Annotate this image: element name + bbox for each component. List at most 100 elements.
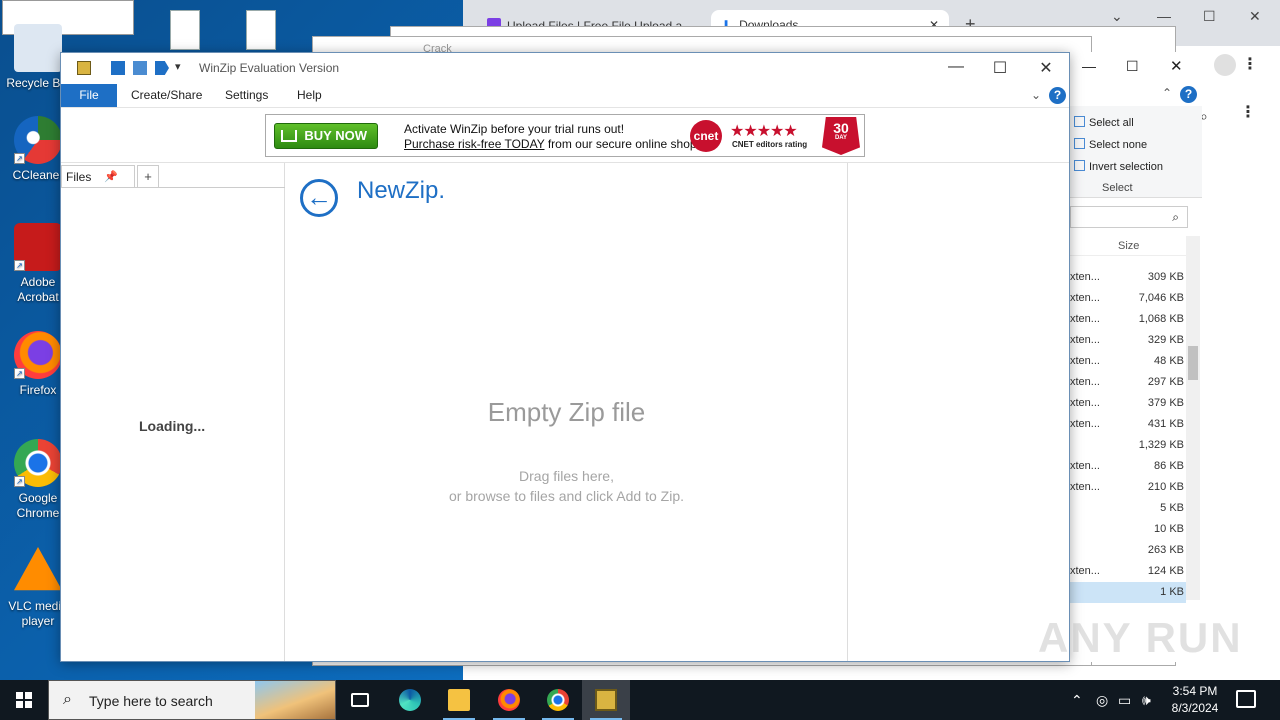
minimize-icon[interactable]: —: [1157, 8, 1171, 24]
table-row[interactable]: 263 KB: [1070, 540, 1186, 561]
share-icon[interactable]: [155, 61, 169, 75]
cnet-logo: cnet: [690, 120, 722, 152]
profile-avatar-icon[interactable]: [1214, 54, 1236, 76]
help-icon[interactable]: ?: [1180, 86, 1197, 103]
maximize-icon[interactable]: ☐: [1126, 58, 1139, 75]
table-row[interactable]: xten... 329 KB: [1070, 330, 1186, 351]
edge-icon: [399, 689, 421, 711]
file-type-cell: xten...: [1070, 418, 1100, 430]
tab-search-icon[interactable]: ⌄: [1111, 8, 1123, 25]
desktop-file-icon[interactable]: [170, 10, 200, 50]
tab-label: Files: [66, 170, 92, 184]
menu-help[interactable]: Help: [283, 84, 336, 107]
clock-date: 8/3/2024: [1171, 701, 1219, 715]
table-row[interactable]: xten... 124 KB: [1070, 561, 1186, 582]
taskbar-file-explorer[interactable]: [435, 680, 483, 720]
table-row[interactable]: 5 KB: [1070, 498, 1186, 519]
winzip-icon: [595, 689, 617, 711]
search-placeholder: Type here to search: [89, 693, 213, 709]
pin-icon[interactable]: 📌: [104, 170, 118, 183]
taskbar-chrome[interactable]: [534, 680, 582, 720]
taskbar-search-box[interactable]: ⌕ Type here to search: [48, 680, 336, 720]
notification-icon[interactable]: [1236, 690, 1256, 708]
minimize-icon[interactable]: —: [941, 58, 971, 76]
search-highlight-image: [255, 681, 335, 719]
table-row[interactable]: xten... 309 KB: [1070, 267, 1186, 288]
banner-headline: Activate WinZip before your trial runs o…: [404, 122, 625, 136]
volume-icon[interactable]: 🕪: [1142, 680, 1151, 720]
guarantee-label: DAY: [834, 135, 848, 141]
back-arrow-icon[interactable]: ←: [300, 179, 338, 217]
purchase-link[interactable]: Purchase risk-free TODAY: [404, 137, 545, 151]
save-as-icon[interactable]: [133, 61, 147, 75]
taskbar-winzip[interactable]: [582, 680, 630, 720]
buy-now-button[interactable]: BUY NOW: [274, 123, 378, 149]
close-icon[interactable]: ✕: [1031, 58, 1061, 78]
anyrun-watermark: ANY RUN: [1038, 614, 1243, 661]
close-icon[interactable]: ✕: [1249, 8, 1261, 25]
trial-banner[interactable]: BUY NOW Activate WinZip before your tria…: [265, 114, 865, 157]
winzip-app-icon[interactable]: [77, 61, 91, 75]
save-icon[interactable]: [111, 61, 125, 75]
guarantee-days: 30: [833, 120, 849, 136]
network-icon[interactable]: ▭: [1118, 680, 1131, 720]
file-size-cell: 431 KB: [1147, 418, 1184, 430]
table-row[interactable]: xten... 86 KB: [1070, 456, 1186, 477]
menu-file[interactable]: File: [61, 84, 117, 107]
add-tab-button[interactable]: +: [137, 165, 159, 188]
drop-hint-line: Drag files here,: [519, 468, 614, 484]
shield-icon[interactable]: ◎: [1096, 680, 1108, 720]
acrobat-icon: ↗: [14, 223, 62, 271]
table-row[interactable]: xten... 379 KB: [1070, 393, 1186, 414]
explorer-scrollbar[interactable]: [1186, 236, 1200, 600]
quick-access-dropdown-icon[interactable]: ▾: [175, 60, 181, 73]
menu-create-share[interactable]: Create/Share: [117, 84, 216, 107]
taskbar-firefox[interactable]: [485, 680, 533, 720]
select-none-button[interactable]: Select none: [1074, 138, 1147, 151]
table-row[interactable]: xten... 210 KB: [1070, 477, 1186, 498]
collapse-ribbon-icon[interactable]: ⌄: [1031, 88, 1041, 102]
scrollbar-thumb[interactable]: [1188, 346, 1198, 380]
tab-files[interactable]: Files 📌: [61, 165, 135, 188]
firefox-icon: ↗: [14, 331, 62, 379]
more-menu-icon[interactable]: ⋮: [1242, 54, 1258, 74]
start-button[interactable]: [0, 680, 48, 720]
shortcut-arrow-icon: ↗: [14, 260, 25, 271]
table-row[interactable]: 10 KB: [1070, 519, 1186, 540]
file-size-cell: 124 KB: [1147, 565, 1184, 577]
table-row[interactable]: xten... 7,046 KB: [1070, 288, 1186, 309]
search-icon: ⌕: [1172, 210, 1179, 224]
taskbar-clock[interactable]: 3:54 PM 8/3/2024: [1162, 683, 1228, 717]
file-type-cell: xten...: [1070, 376, 1100, 388]
table-row[interactable]: xten... 297 KB: [1070, 372, 1186, 393]
select-all-button[interactable]: Select all: [1074, 116, 1134, 129]
more-menu-icon[interactable]: ⋮: [1240, 102, 1256, 122]
clock-time: 3:54 PM: [1172, 684, 1218, 698]
help-icon[interactable]: ?: [1049, 87, 1066, 104]
minimize-icon[interactable]: —: [1082, 58, 1096, 74]
table-row[interactable]: xten... 1,068 KB: [1070, 309, 1186, 330]
table-row[interactable]: 1,329 KB: [1070, 435, 1186, 456]
task-view-button[interactable]: [336, 680, 384, 720]
browser-right-strip: ⋮ ⌕ ⋮: [1200, 46, 1280, 680]
banner-subline-text: from our secure online shop.: [544, 137, 700, 151]
collapse-ribbon-icon[interactable]: ⌃: [1162, 86, 1172, 100]
file-size-cell: 210 KB: [1147, 481, 1184, 493]
task-view-icon: [351, 693, 369, 707]
explorer-search-input[interactable]: ⌕: [1070, 206, 1188, 228]
size-column-header[interactable]: Size: [1070, 236, 1186, 256]
ribbon-group-label: Select: [1102, 182, 1133, 194]
table-row[interactable]: 1 KB: [1070, 582, 1186, 603]
table-row[interactable]: xten... 431 KB: [1070, 414, 1186, 435]
table-row[interactable]: xten... 48 KB: [1070, 351, 1186, 372]
maximize-icon[interactable]: ☐: [1203, 8, 1216, 25]
empty-zip-heading: Empty Zip file: [487, 397, 646, 427]
show-hidden-icons-icon[interactable]: ⌃: [1071, 680, 1083, 720]
maximize-icon[interactable]: ☐: [985, 58, 1015, 78]
desktop-file-icon[interactable]: [246, 10, 276, 50]
banner-subline: Purchase risk-free TODAY from our secure…: [404, 137, 700, 151]
menu-settings[interactable]: Settings: [211, 84, 282, 107]
taskbar-edge[interactable]: [386, 680, 434, 720]
close-icon[interactable]: ✕: [1170, 57, 1183, 75]
invert-selection-button[interactable]: Invert selection: [1074, 160, 1163, 173]
